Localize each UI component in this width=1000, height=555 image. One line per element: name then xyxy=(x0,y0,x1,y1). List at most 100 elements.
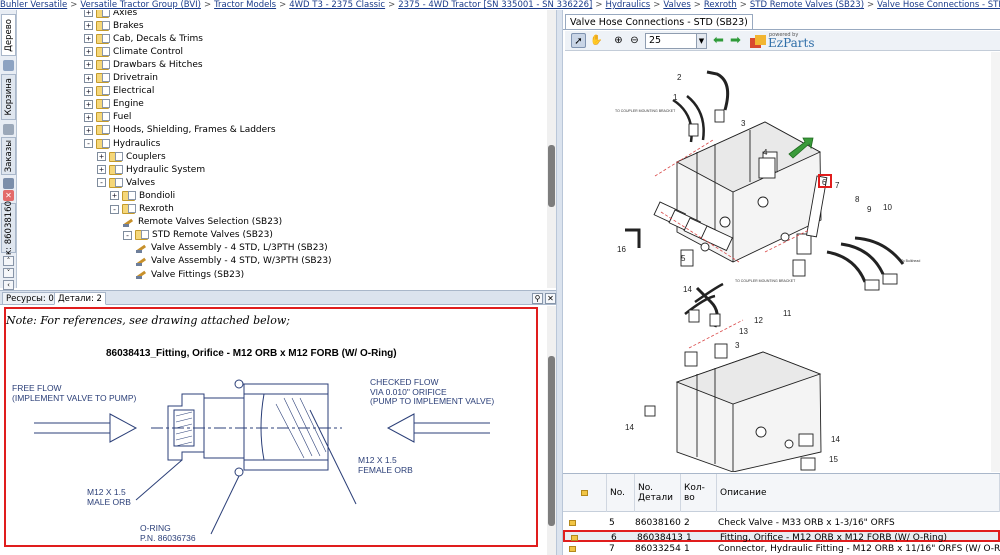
expand-icon[interactable]: + xyxy=(97,165,106,175)
scroll-up-icon[interactable]: ˄ xyxy=(3,256,14,266)
breadcrumb-link[interactable]: 2375 - 4WD Tractor [SN 335001 - SN 33622… xyxy=(398,0,592,10)
details-scrollbar-thumb[interactable] xyxy=(548,356,555,526)
details-scrollbar[interactable] xyxy=(547,306,556,555)
expand-icon[interactable]: + xyxy=(84,10,93,17)
diagram-callout[interactable]: 6 xyxy=(822,178,827,187)
viewer-title-tab[interactable]: Valve Hose Connections - STD (SB23) xyxy=(565,14,753,30)
exploded-parts-diagram[interactable]: 2 1 3 4 6 7 8 9 10 16 5 14 12 13 11 3 14 14 15 TO COUPLER … xyxy=(565,52,1000,472)
diagram-callout[interactable]: 2 xyxy=(677,73,682,82)
collapse-icon[interactable]: - xyxy=(84,139,93,148)
document-icon[interactable] xyxy=(571,535,578,541)
tree-item[interactable]: + Hoods, Shielding, Frames & Ladders xyxy=(84,124,276,137)
breadcrumb-link[interactable]: Versatile Tractor Group (BVI) xyxy=(80,0,201,10)
tree-item[interactable]: - Rexroth xyxy=(110,203,174,216)
diagram-callout[interactable]: 16 xyxy=(617,245,626,254)
parts-table-row[interactable]: 5 86038160 2 Check Valve - M33 ORB x 1-3/16… xyxy=(563,517,1000,529)
expand-icon[interactable]: + xyxy=(84,99,93,109)
diagram-callout[interactable]: 8 xyxy=(855,195,860,204)
tree-item[interactable]: Valve Fittings (SB23) xyxy=(136,268,244,281)
diagram-callout[interactable]: 7 xyxy=(835,181,840,190)
header-detail-no[interactable]: No. Детали xyxy=(635,474,681,512)
breadcrumb-link[interactable]: Hydraulics xyxy=(605,0,650,10)
expand-icon[interactable]: + xyxy=(84,112,93,122)
collapse-icon[interactable]: - xyxy=(97,178,106,188)
pan-hand-icon[interactable]: ✋ xyxy=(589,33,604,48)
diagram-callout[interactable]: 10 xyxy=(883,203,892,212)
breadcrumb-link[interactable]: STD Remote Valves (SB23) xyxy=(750,0,864,10)
diagram-callout[interactable]: 14 xyxy=(831,435,840,444)
close-panel-icon[interactable]: ✕ xyxy=(545,293,556,304)
expand-icon[interactable]: + xyxy=(84,60,93,70)
back-arrow-icon[interactable]: ⬅ xyxy=(711,33,726,48)
expand-icon[interactable]: + xyxy=(97,152,106,162)
tree-item[interactable]: - STD Remote Valves (SB23) xyxy=(123,229,273,242)
expand-icon[interactable]: + xyxy=(84,47,93,57)
diagram-callout[interactable]: 14 xyxy=(625,423,634,432)
tab-details[interactable]: Детали: 2 xyxy=(54,292,106,305)
tree-item[interactable]: + Bondioli xyxy=(110,189,175,202)
tree-item[interactable]: + Hydraulic System xyxy=(97,163,205,176)
diagram-callout[interactable]: 5 xyxy=(681,254,686,263)
breadcrumb-link[interactable]: Buhler Versatile xyxy=(0,0,67,10)
tree-item[interactable]: + Drawbars & Hitches xyxy=(84,58,203,71)
header-description[interactable]: Описание xyxy=(717,474,1000,512)
expand-icon[interactable]: + xyxy=(84,21,93,31)
tree-item[interactable]: - Valves xyxy=(97,176,155,189)
breadcrumb-link[interactable]: Tractor Models xyxy=(214,0,276,10)
tree-item[interactable]: + Drivetrain xyxy=(84,72,158,85)
viewer-scrollbar[interactable] xyxy=(991,52,1000,472)
diagram-callout[interactable]: 3 xyxy=(735,341,740,350)
parts-table-row[interactable]: 6 86038413 1 Fitting, Orifice - M12 ORB x M… xyxy=(563,530,1000,543)
scroll-left-icon[interactable]: ‹ xyxy=(3,280,14,290)
expand-icon[interactable]: + xyxy=(84,86,93,96)
tab-resources[interactable]: Ресурсы: 0 xyxy=(2,292,58,305)
collapse-icon[interactable]: - xyxy=(123,230,132,240)
diagram-callout[interactable]: 11 xyxy=(783,309,792,318)
tab-orders[interactable]: Заказы xyxy=(1,137,16,175)
tree-item[interactable]: Remote Valves Selection (SB23) xyxy=(123,216,282,229)
tree-item[interactable]: + Brakes xyxy=(84,19,144,32)
expand-icon[interactable]: + xyxy=(84,125,93,135)
zoom-in-icon[interactable]: ⊕ xyxy=(611,33,626,48)
expand-icon[interactable]: + xyxy=(110,191,119,201)
tree-item[interactable]: + Axles xyxy=(84,10,137,19)
diagram-callout[interactable]: 14 xyxy=(683,285,692,294)
tree-item[interactable]: + Electrical xyxy=(84,85,154,98)
expand-icon[interactable]: + xyxy=(84,34,93,44)
breadcrumb-link[interactable]: Valves xyxy=(663,0,690,10)
document-icon[interactable] xyxy=(569,520,576,526)
close-icon[interactable]: ✕ xyxy=(3,190,14,201)
forward-arrow-icon[interactable]: ➡ xyxy=(728,33,743,48)
header-no[interactable]: No. xyxy=(607,474,635,512)
diagram-callout[interactable]: 3 xyxy=(741,119,746,128)
breadcrumb-link[interactable]: 4WD T3 - 2375 Classic xyxy=(289,0,385,10)
scroll-down-icon[interactable]: ˅ xyxy=(3,268,14,278)
zoom-select[interactable]: 25 ▼ xyxy=(645,33,707,49)
tree-item[interactable]: + Fuel xyxy=(84,111,131,124)
tree-item[interactable]: + Engine xyxy=(84,98,144,111)
diagram-callout[interactable]: 13 xyxy=(739,327,748,336)
collapse-icon[interactable]: - xyxy=(110,204,119,214)
diagram-callout[interactable]: 12 xyxy=(754,316,763,325)
tree-item[interactable]: + Cab, Decals & Trims xyxy=(84,32,203,45)
tree-item[interactable]: + Climate Control xyxy=(84,45,183,58)
tree-item[interactable]: + Couplers xyxy=(97,150,166,163)
diagram-callout[interactable]: 15 xyxy=(829,455,838,464)
zoom-out-icon[interactable]: ⊖ xyxy=(627,33,642,48)
parts-table-row[interactable]: 7 86033254 1 Connector, Hydraulic Fitting -… xyxy=(563,543,1000,555)
document-icon[interactable] xyxy=(569,546,576,552)
tab-cart[interactable]: Корзина xyxy=(1,74,16,120)
pointer-icon[interactable]: ➚ xyxy=(571,33,586,48)
diagram-callout[interactable]: 4 xyxy=(763,148,768,157)
tree-scrollbar-thumb[interactable] xyxy=(548,145,555,207)
diagram-callout[interactable]: 1 xyxy=(673,93,678,102)
tree-item[interactable]: - Hydraulics xyxy=(84,137,160,150)
tree-scrollbar[interactable] xyxy=(547,10,556,288)
chevron-down-icon[interactable]: ▼ xyxy=(696,34,706,48)
breadcrumb-link[interactable]: Rexroth xyxy=(704,0,737,10)
tree-item[interactable]: Valve Assembly - 4 STD, W/3PTH (SB23) xyxy=(136,255,332,268)
tab-cart-item[interactable]: к: 86038160 xyxy=(1,201,16,255)
header-qty[interactable]: Кол-во xyxy=(681,474,717,512)
tab-tree[interactable]: Дерево xyxy=(1,14,16,56)
expand-icon[interactable]: + xyxy=(84,73,93,83)
